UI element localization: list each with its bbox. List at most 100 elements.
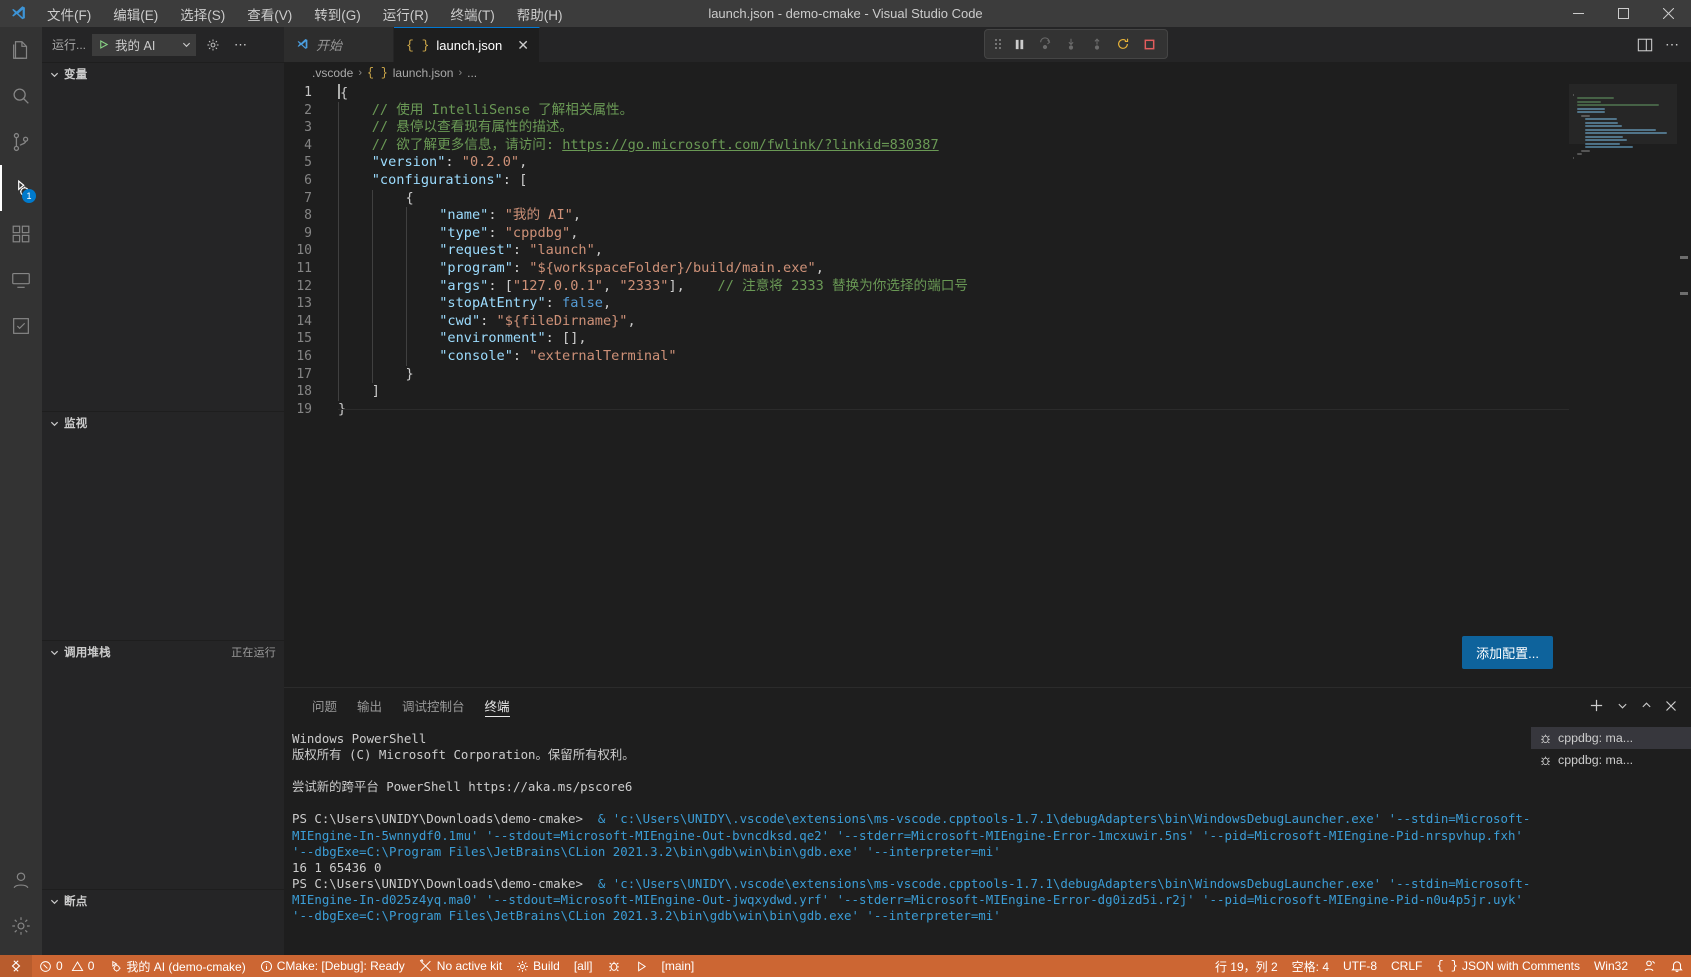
search-icon[interactable] (0, 73, 42, 119)
panel-tab-problems[interactable]: 问题 (302, 688, 347, 723)
code-line[interactable]: 8 "name": "我的 AI", (284, 207, 1691, 225)
terminal-list[interactable]: cppdbg: ma... cppdbg: ma... (1531, 723, 1691, 955)
minimap-slider[interactable] (1569, 84, 1677, 144)
code-line[interactable]: 5 "version": "0.2.0", (284, 154, 1691, 172)
tab-launch-json[interactable]: { } launch.json ✕ (394, 27, 540, 62)
code-text[interactable]: "args": ["127.0.0.1", "2333"], // 注意将 23… (330, 277, 968, 296)
code-line[interactable]: 6 "configurations": [ (284, 171, 1691, 190)
menu-selection[interactable]: 选择(S) (169, 1, 236, 27)
code-lines[interactable]: 1{2 // 使用 IntelliSense 了解相关属性。 3 // 悬停以查看… (284, 84, 1691, 687)
code-text[interactable]: "console": "externalTerminal" (330, 347, 677, 366)
chevron-down-icon[interactable] (50, 419, 60, 428)
step-into-button[interactable] (1059, 32, 1083, 56)
split-editor-icon[interactable] (1637, 37, 1653, 53)
more-actions-icon[interactable]: ⋯ (1665, 36, 1679, 53)
chevron-down-icon[interactable] (1617, 700, 1628, 711)
breadcrumb-folder[interactable]: .vscode (312, 66, 353, 80)
code-line[interactable]: 4 // 欲了解更多信息，请访问: https://go.microsoft.c… (284, 136, 1691, 155)
minimap[interactable] (1569, 84, 1677, 687)
code-line[interactable]: 12 "args": ["127.0.0.1", "2333"], // 注意将… (284, 277, 1691, 296)
code-line[interactable]: 11 "program": "${workspaceFolder}/build/… (284, 259, 1691, 278)
status-eol[interactable]: CRLF (1384, 955, 1429, 977)
pane-header-breakpoints[interactable]: 断点 (42, 890, 284, 912)
extensions-icon[interactable] (0, 211, 42, 257)
tab-start[interactable]: 开始 (284, 27, 394, 62)
pane-header-watch[interactable]: 监视 (42, 412, 284, 434)
pause-button[interactable] (1007, 32, 1031, 56)
code-line[interactable]: 2 // 使用 IntelliSense 了解相关属性。 (284, 101, 1691, 120)
status-cmake-launch-target[interactable]: [main] (655, 955, 702, 977)
pane-header-call-stack[interactable]: 调用堆栈 正在运行 (42, 641, 284, 663)
code-text[interactable]: ] (330, 383, 380, 401)
status-cmake-kit[interactable]: No active kit (412, 955, 509, 977)
code-text[interactable]: "configurations": [ (330, 171, 527, 190)
terminal-list-item-2[interactable]: cppdbg: ma... (1531, 749, 1691, 771)
menu-terminal[interactable]: 终端(T) (440, 1, 506, 27)
chevron-down-icon[interactable] (50, 70, 60, 79)
pane-header-variables[interactable]: 变量 (42, 63, 284, 85)
status-cmake-build[interactable]: Build (509, 955, 567, 977)
status-indentation[interactable]: 空格: 4 (1285, 955, 1336, 977)
code-text[interactable]: "program": "${workspaceFolder}/build/mai… (330, 259, 824, 278)
accounts-icon[interactable] (0, 857, 42, 903)
code-text[interactable]: // 悬停以查看现有属性的描述。 (330, 119, 573, 137)
new-terminal-icon[interactable] (1589, 698, 1604, 713)
close-button[interactable] (1646, 0, 1691, 27)
status-cmake-run[interactable] (628, 955, 655, 977)
status-cmake-target[interactable]: [all] (567, 955, 600, 977)
explorer-icon[interactable] (0, 27, 42, 73)
code-line[interactable]: 3 // 悬停以查看现有属性的描述。 (284, 119, 1691, 137)
code-line[interactable]: 14 "cwd": "${fileDirname}", (284, 312, 1691, 331)
code-text[interactable]: "cwd": "${fileDirname}", (330, 312, 636, 331)
terminal-output[interactable]: Windows PowerShell 版权所有 (C) Microsoft Cor… (284, 723, 1531, 955)
panel-tab-output[interactable]: 输出 (347, 688, 392, 723)
debug-config-dropdown[interactable]: 我的 AI (92, 33, 197, 56)
status-notifications[interactable] (1663, 955, 1691, 977)
restart-button[interactable] (1111, 32, 1135, 56)
status-feedback[interactable] (1635, 955, 1663, 977)
code-line[interactable]: 13 "stopAtEntry": false, (284, 295, 1691, 313)
breadcrumb-trail[interactable]: ... (467, 66, 477, 80)
chevron-down-icon[interactable] (50, 897, 60, 906)
stop-button[interactable] (1137, 32, 1161, 56)
status-platform[interactable]: Win32 (1587, 955, 1635, 977)
code-line[interactable]: 17 } (284, 365, 1691, 384)
code-text[interactable]: // 欲了解更多信息，请访问: https://go.microsoft.com… (330, 136, 939, 155)
breadcrumb-file[interactable]: launch.json (393, 66, 454, 80)
menu-file[interactable]: 文件(F) (36, 1, 102, 27)
code-text[interactable]: "request": "launch", (330, 242, 603, 260)
status-debug-config[interactable]: 我的 AI (demo-cmake) (101, 955, 252, 977)
status-cmake-build-type[interactable]: CMake: [Debug]: Ready (253, 955, 412, 977)
code-text[interactable]: "name": "我的 AI", (330, 207, 581, 225)
status-problems[interactable]: 0 0 (32, 955, 101, 977)
settings-gear-icon[interactable] (0, 903, 42, 949)
status-cmake-debug[interactable] (600, 955, 628, 977)
code-text[interactable]: // 使用 IntelliSense 了解相关属性。 (330, 101, 633, 120)
token-link[interactable]: https://go.microsoft.com/fwlink/?linkid=… (562, 137, 938, 153)
code-text[interactable]: "version": "0.2.0", (330, 154, 527, 172)
code-text[interactable]: "stopAtEntry": false, (330, 295, 611, 313)
play-icon[interactable] (98, 39, 109, 50)
add-configuration-button[interactable]: 添加配置... (1462, 636, 1553, 669)
terminal-list-item-1[interactable]: cppdbg: ma... (1531, 727, 1691, 749)
code-text[interactable]: { (330, 84, 348, 102)
remote-explorer-icon[interactable] (0, 257, 42, 303)
tab-close-icon[interactable]: ✕ (517, 37, 529, 54)
code-line[interactable]: 1{ (284, 84, 1691, 102)
close-panel-icon[interactable] (1665, 700, 1677, 712)
code-line[interactable]: 18 ] (284, 383, 1691, 401)
chevron-down-icon[interactable] (182, 40, 191, 49)
code-line[interactable]: 7 { (284, 189, 1691, 208)
drag-handle[interactable] (991, 32, 1005, 56)
panel-tab-debug-console[interactable]: 调试控制台 (392, 688, 475, 723)
step-out-button[interactable] (1085, 32, 1109, 56)
editor-content[interactable]: 1{2 // 使用 IntelliSense 了解相关属性。 3 // 悬停以查看… (284, 84, 1691, 687)
status-cursor-position[interactable]: 行 19，列 2 (1208, 955, 1285, 977)
debug-toolbar[interactable] (984, 29, 1168, 59)
step-over-button[interactable] (1033, 32, 1057, 56)
source-control-icon[interactable] (0, 119, 42, 165)
panel-tab-terminal[interactable]: 终端 (475, 688, 520, 723)
code-text[interactable]: } (330, 365, 414, 384)
more-actions-icon[interactable]: ⋯ (230, 35, 251, 55)
status-remote[interactable] (0, 955, 32, 977)
